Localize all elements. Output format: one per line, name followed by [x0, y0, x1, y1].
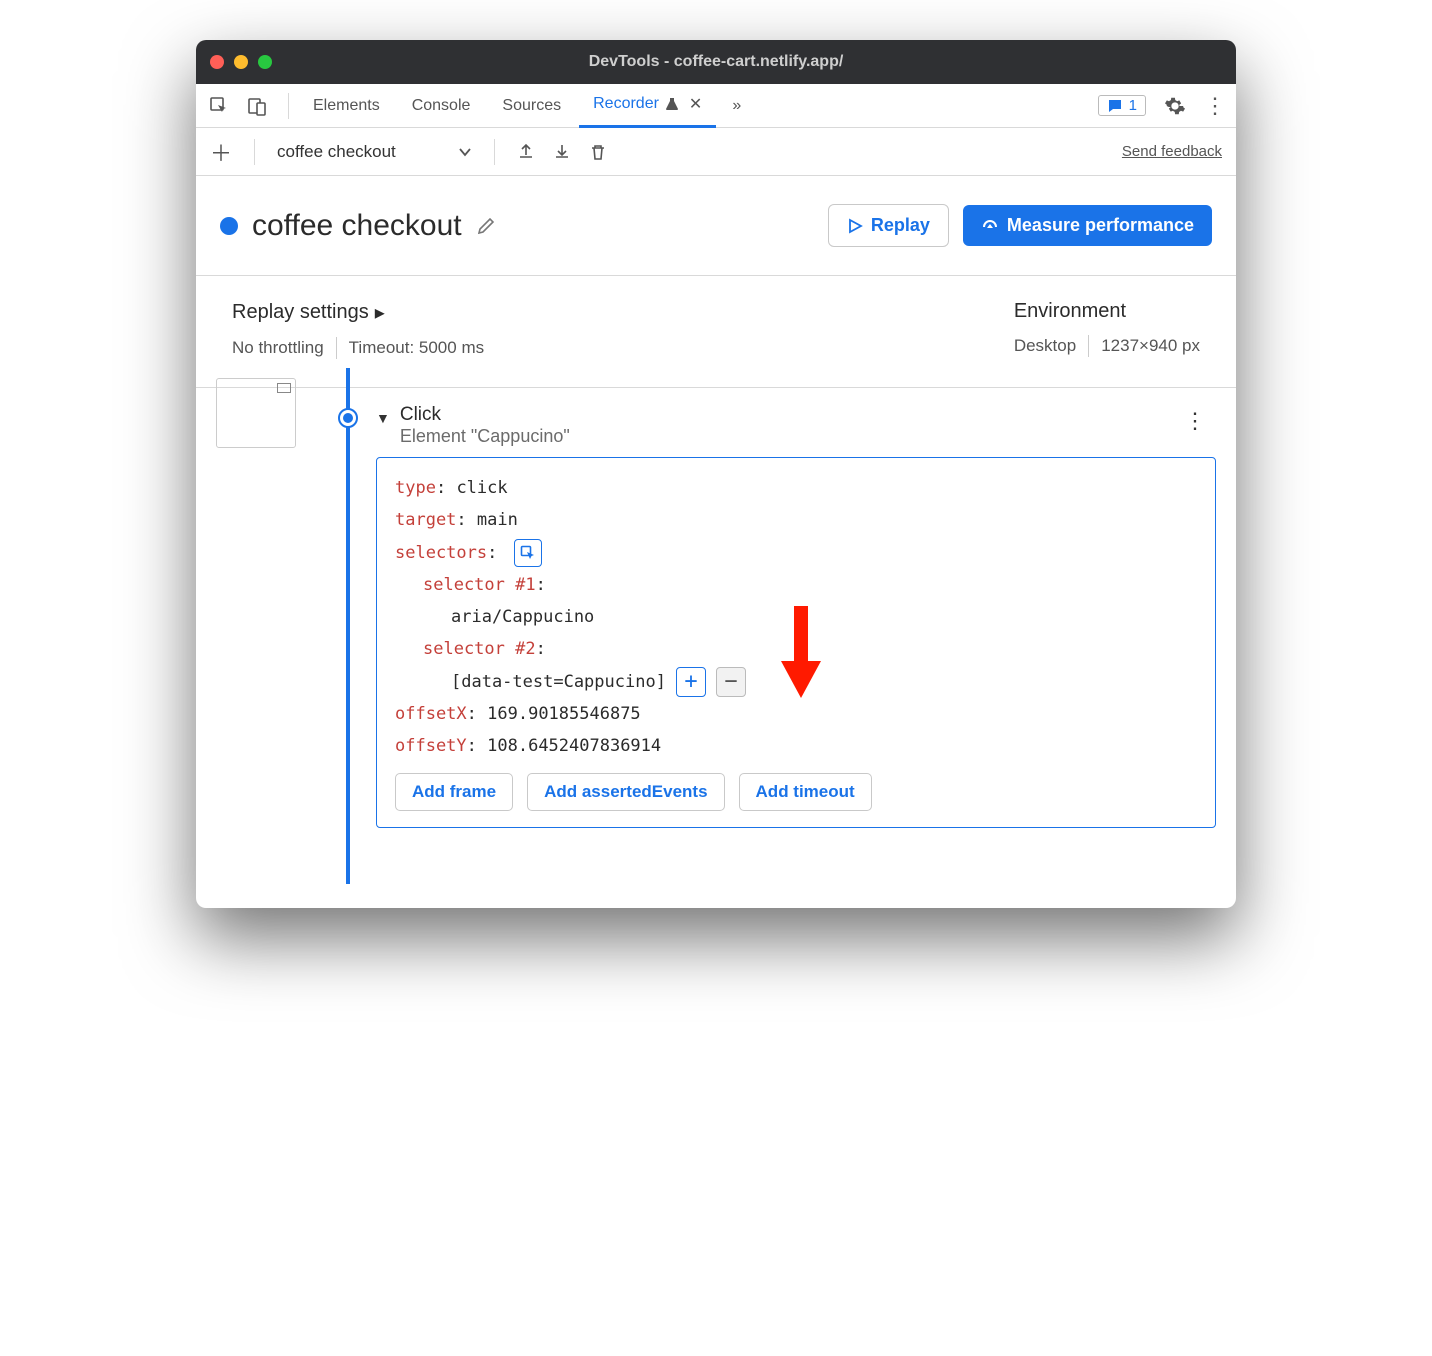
- chevron-right-icon: ▸: [375, 300, 385, 325]
- window-titlebar: DevTools - coffee-cart.netlify.app/: [196, 40, 1236, 84]
- delete-icon[interactable]: [589, 143, 607, 161]
- issues-count: 1: [1129, 97, 1137, 114]
- step-kebab-icon[interactable]: ⋮: [1184, 408, 1206, 434]
- measure-performance-button[interactable]: Measure performance: [963, 205, 1212, 246]
- step-header[interactable]: ▼ Click Element "Cappucino": [376, 400, 1216, 457]
- thumbnail-detail: [277, 383, 291, 393]
- flask-icon: [665, 97, 679, 111]
- device-toolbar-icon[interactable]: [244, 93, 270, 119]
- divider: [288, 93, 289, 119]
- tab-recorder[interactable]: Recorder ✕: [579, 84, 716, 128]
- button-label: Measure performance: [1007, 215, 1194, 236]
- recording-status-dot: [220, 217, 238, 235]
- collapse-toggle-icon[interactable]: ▼: [376, 404, 390, 426]
- button-label: Replay: [871, 215, 930, 236]
- element-picker-icon[interactable]: [514, 539, 542, 567]
- divider: [494, 139, 495, 165]
- replay-button[interactable]: Replay: [828, 204, 949, 247]
- send-feedback-link[interactable]: Send feedback: [1122, 143, 1222, 160]
- issues-badge[interactable]: 1: [1098, 95, 1146, 116]
- add-timeout-button[interactable]: Add timeout: [739, 773, 872, 811]
- step-subtitle: Element "Cappucino": [400, 426, 570, 447]
- settings-gear-icon[interactable]: [1164, 95, 1186, 117]
- prop-value[interactable]: main: [477, 510, 518, 530]
- import-icon[interactable]: [553, 143, 571, 161]
- replay-settings-header[interactable]: Replay settings ▸: [232, 300, 1014, 325]
- window-title: DevTools - coffee-cart.netlify.app/: [196, 53, 1236, 71]
- recorder-toolbar: ＋ coffee checkout Send feedback: [196, 128, 1236, 176]
- prop-key: type: [395, 478, 436, 498]
- timeout-value: Timeout: 5000 ms: [349, 338, 484, 358]
- divider: [254, 139, 255, 165]
- environment-header: Environment: [1014, 300, 1200, 323]
- prop-key: target: [395, 510, 456, 530]
- recording-select-value: coffee checkout: [277, 142, 396, 162]
- export-icon[interactable]: [517, 143, 535, 161]
- step-thumbnail[interactable]: [216, 378, 296, 448]
- prop-value[interactable]: 169.90185546875: [487, 704, 641, 724]
- divider: [336, 337, 337, 359]
- more-tabs-icon[interactable]: »: [720, 97, 753, 115]
- close-tab-icon[interactable]: ✕: [689, 94, 702, 114]
- tab-console[interactable]: Console: [398, 84, 485, 128]
- throttling-value: No throttling: [232, 338, 324, 358]
- tab-label: Recorder: [593, 95, 659, 113]
- selector-value[interactable]: aria/Cappucino: [451, 607, 594, 627]
- remove-selector-button[interactable]: −: [716, 667, 746, 697]
- steps-area: ▼ Click Element "Cappucino" ⋮ type: clic…: [196, 388, 1236, 908]
- prop-key: offsetY: [395, 736, 467, 756]
- inspect-element-icon[interactable]: [206, 93, 232, 119]
- devtools-tabstrip: Elements Console Sources Recorder ✕ » 1 …: [196, 84, 1236, 128]
- prop-value[interactable]: click: [456, 478, 507, 498]
- prop-key: offsetX: [395, 704, 467, 724]
- tab-label: Elements: [313, 97, 380, 115]
- tab-elements[interactable]: Elements: [299, 84, 394, 128]
- tab-label: Sources: [502, 97, 561, 115]
- prop-key: selector #2: [423, 639, 536, 659]
- section-title: Environment: [1014, 300, 1126, 323]
- selector-value[interactable]: [data-test=Cappucino]: [451, 666, 666, 698]
- kebab-menu-icon[interactable]: ⋮: [1204, 93, 1226, 119]
- prop-key: selector #1: [423, 575, 536, 595]
- divider: [1088, 335, 1089, 357]
- dimensions-value: 1237×940 px: [1101, 336, 1200, 356]
- add-asserted-events-button[interactable]: Add assertedEvents: [527, 773, 724, 811]
- devtools-window: DevTools - coffee-cart.netlify.app/ Elem…: [196, 40, 1236, 908]
- tab-label: Console: [412, 97, 471, 115]
- prop-key: selectors: [395, 543, 487, 563]
- step-details-panel: type: click target: main selectors: sele…: [376, 457, 1216, 828]
- step-title: Click: [400, 404, 570, 426]
- timeline: [316, 388, 376, 884]
- section-title: Replay settings: [232, 301, 369, 324]
- prop-value[interactable]: 108.6452407836914: [487, 736, 661, 756]
- edit-title-icon[interactable]: [476, 216, 496, 236]
- add-selector-button[interactable]: +: [676, 667, 706, 697]
- recording-select[interactable]: coffee checkout: [277, 142, 472, 162]
- add-frame-button[interactable]: Add frame: [395, 773, 513, 811]
- recording-title: coffee checkout: [252, 209, 462, 243]
- new-recording-icon[interactable]: ＋: [210, 136, 232, 168]
- device-value: Desktop: [1014, 336, 1076, 356]
- tab-sources[interactable]: Sources: [488, 84, 575, 128]
- settings-row: Replay settings ▸ No throttling Timeout:…: [196, 276, 1236, 388]
- recording-header: coffee checkout Replay Measure performan…: [196, 176, 1236, 276]
- chevron-down-icon: [458, 145, 472, 159]
